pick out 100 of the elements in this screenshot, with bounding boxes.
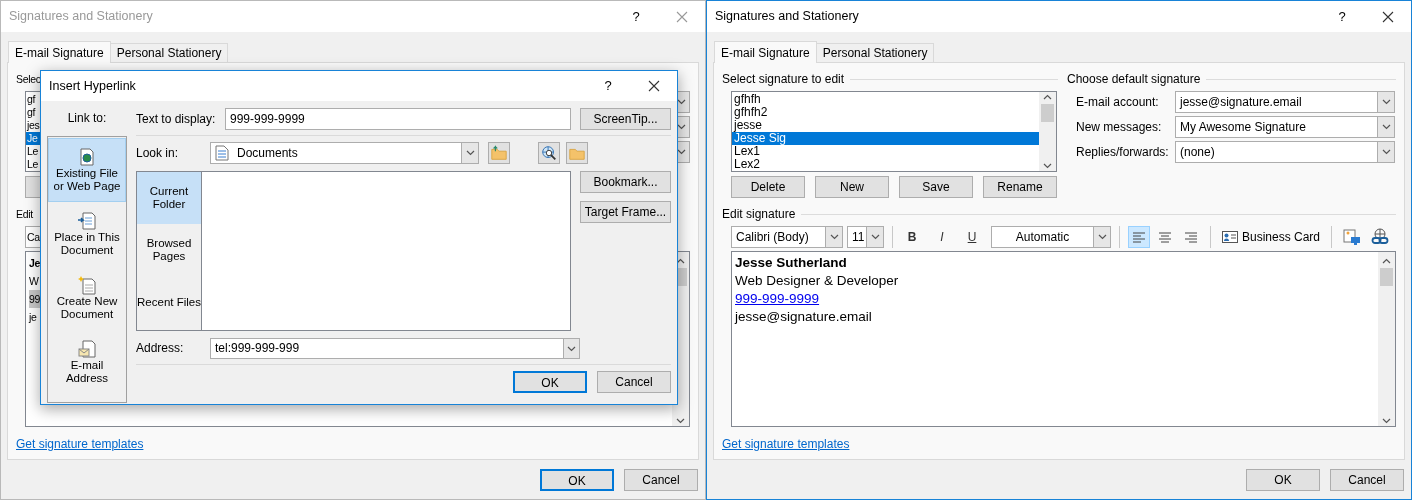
signature-text: W — [29, 274, 39, 289]
look-in-dropdown[interactable]: Documents — [210, 142, 479, 164]
dialog-button[interactable]: Bookmark... — [580, 171, 671, 193]
chevron-down-icon — [1043, 163, 1052, 169]
help-button[interactable]: ? — [585, 78, 631, 94]
view-tab[interactable]: Recent Files — [137, 276, 201, 328]
chevron-down-icon — [465, 150, 475, 156]
chevron-down-icon — [676, 418, 685, 424]
help-button[interactable]: ? — [1319, 8, 1365, 25]
scrollbar[interactable] — [1039, 92, 1056, 171]
chevron-down-icon — [1382, 418, 1391, 424]
templates-link[interactable]: Get signature templates — [722, 437, 850, 452]
section-label: Choose default signature — [1067, 71, 1201, 87]
templates-link[interactable]: Get signature templates — [16, 437, 144, 452]
globe-search-icon — [540, 144, 558, 162]
field-label: New messages: — [1076, 119, 1163, 135]
dropdown-field[interactable]: jesse@signature.email — [1175, 91, 1395, 113]
field-label: Look in: — [136, 145, 180, 161]
dialog-button[interactable]: OK — [540, 469, 614, 491]
signature-text: Je — [29, 256, 41, 271]
signature-editor[interactable]: Jesse Sutherland Web Designer & Developer 999-999-9999 jesse@signature.email — [731, 251, 1396, 427]
window-title: Signatures and Stationery — [9, 9, 154, 24]
signature-item[interactable]: Lex1 — [732, 145, 1039, 158]
align-right-icon — [1184, 230, 1198, 244]
bold-button[interactable]: B — [901, 226, 923, 248]
list-button[interactable]: Delete — [731, 176, 805, 198]
signature-item[interactable]: Jesse Sig — [732, 132, 1039, 145]
underline-button[interactable]: U — [961, 226, 983, 248]
close-icon — [676, 10, 688, 23]
font-dropdown[interactable]: Calibri (Body) — [731, 226, 843, 248]
chevron-down-icon — [829, 234, 839, 240]
link-type-item[interactable]: E-mail Address — [48, 330, 126, 394]
window-title: Signatures and Stationery — [715, 9, 860, 24]
italic-button[interactable]: I — [931, 226, 953, 248]
link-type-item[interactable]: Create New Document — [48, 266, 126, 330]
align-left-button[interactable] — [1128, 226, 1150, 248]
signature-item[interactable]: jesse — [732, 119, 1039, 132]
picture-icon — [1343, 228, 1362, 246]
dialog-button[interactable]: Cancel — [1330, 469, 1404, 491]
list-button[interactable]: New — [815, 176, 889, 198]
help-button[interactable]: ? — [613, 8, 659, 25]
signature-link[interactable]: 999-999-9999 — [735, 290, 820, 308]
section-label: Select signature to edit — [722, 71, 845, 87]
list-button[interactable]: Rename — [983, 176, 1057, 198]
tab[interactable]: E-mail Signature — [714, 41, 817, 63]
tab[interactable]: Personal Stationery — [815, 43, 935, 62]
signature-text: jesse@signature.email — [735, 308, 872, 326]
business-card-button[interactable]: Business Card — [1219, 226, 1324, 248]
field-label: Replies/forwards: — [1076, 144, 1170, 160]
section-label: Selec — [16, 72, 41, 87]
signature-text: je — [29, 310, 37, 325]
browse-file-button[interactable] — [566, 142, 588, 164]
dialog-title: Insert Hyperlink — [49, 78, 137, 94]
folder-up-icon — [490, 144, 508, 162]
dialog-button[interactable]: Cancel — [597, 371, 671, 393]
contact-card-icon — [1222, 231, 1238, 243]
scrollbar-thumb[interactable] — [1041, 104, 1054, 122]
dialog-button[interactable]: Cancel — [624, 469, 698, 491]
up-folder-button[interactable] — [488, 142, 510, 164]
align-center-icon — [1158, 230, 1172, 244]
scrollbar-thumb[interactable] — [1380, 268, 1393, 286]
link-type-item[interactable]: Place in This Document — [48, 202, 126, 266]
list-button[interactable]: Save — [899, 176, 973, 198]
dialog-button[interactable]: OK — [1246, 469, 1320, 491]
text-field[interactable]: 999-999-9999 — [225, 108, 571, 130]
view-tab[interactable]: Browsed Pages — [137, 224, 201, 276]
dialog-button[interactable]: OK — [513, 371, 587, 393]
size-dropdown[interactable]: 11 — [847, 226, 884, 248]
link-type-label: Place in This Document — [53, 231, 121, 257]
dropdown-button[interactable] — [563, 338, 580, 359]
color-dropdown[interactable]: Automatic — [991, 226, 1111, 248]
web-page-icon — [77, 147, 97, 167]
chevron-down-icon — [1381, 124, 1391, 130]
link-type-item[interactable]: Existing File or Web Page — [48, 138, 126, 202]
signature-item[interactable]: gfhfh — [732, 93, 1039, 106]
chevron-down-icon — [1381, 99, 1391, 105]
browse-web-button[interactable] — [538, 142, 560, 164]
signature-text: Web Designer & Developer — [735, 272, 899, 290]
view-tab[interactable]: Current Folder — [137, 172, 201, 224]
align-left-icon — [1132, 230, 1146, 244]
link-type-label: Existing File or Web Page — [52, 167, 122, 193]
screentip-button[interactable]: ScreenTip... — [580, 108, 671, 130]
field-label: Address: — [136, 341, 185, 356]
chevron-down-icon — [1381, 149, 1391, 155]
scrollbar[interactable] — [1378, 252, 1395, 426]
section-label: Edit — [16, 207, 33, 222]
dropdown-field[interactable]: My Awesome Signature — [1175, 116, 1395, 138]
close-icon — [1382, 10, 1394, 23]
signature-item[interactable]: gfhfh2 — [732, 106, 1039, 119]
field-label: Text to display: — [136, 111, 216, 127]
tab[interactable]: E-mail Signature — [8, 41, 111, 63]
dropdown-field[interactable]: (none) — [1175, 141, 1395, 163]
signature-text: 99 — [29, 290, 41, 308]
envelope-icon — [77, 339, 97, 359]
new-document-icon — [77, 275, 97, 295]
address-field[interactable]: tel:999-999-999 — [210, 338, 563, 359]
document-arrow-icon — [77, 211, 97, 231]
signature-item[interactable]: Lex2 — [732, 158, 1039, 171]
tab[interactable]: Personal Stationery — [109, 43, 229, 62]
dialog-button[interactable]: Target Frame... — [580, 201, 671, 223]
